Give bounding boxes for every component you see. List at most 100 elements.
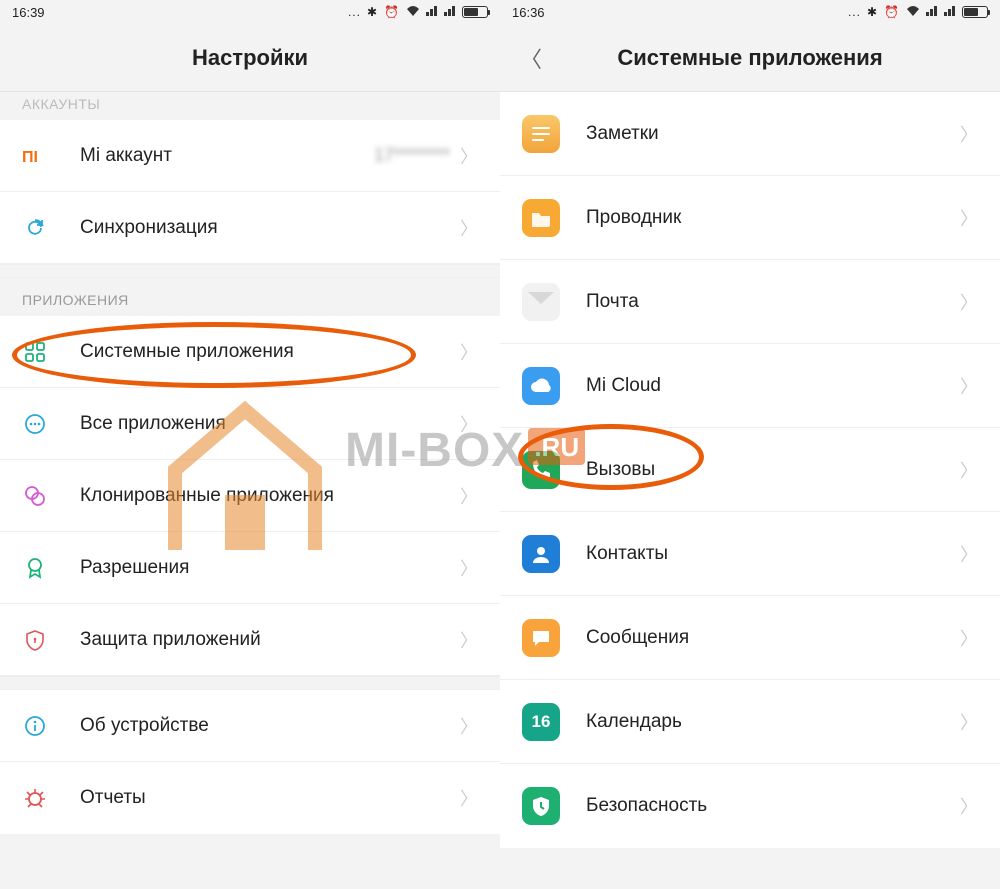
info-icon [22, 713, 48, 739]
mi-logo-icon: ПI [22, 143, 48, 169]
wifi-icon [906, 5, 920, 20]
back-button[interactable]: 〈 [520, 42, 542, 74]
chevron-right-icon: 〉 [960, 625, 978, 651]
alarm-icon: ⏰ [384, 5, 400, 19]
system-apps-list[interactable]: Заметки 〉 Проводник 〉 Почта 〉 [500, 92, 1000, 889]
row-explorer[interactable]: Проводник 〉 [500, 176, 1000, 260]
chevron-right-icon: 〉 [460, 785, 478, 811]
row-notes[interactable]: Заметки 〉 [500, 92, 1000, 176]
signal-icon-2 [444, 5, 456, 19]
page-title: Настройки [192, 45, 308, 71]
grid-icon [22, 339, 48, 365]
row-label: Защита приложений [80, 629, 460, 651]
dots-icon [22, 411, 48, 437]
clock: 16:39 [12, 5, 45, 20]
battery-icon [462, 6, 488, 18]
clock: 16:36 [512, 5, 545, 20]
status-bar: 16:36 ... ✱ ⏰ [500, 0, 1000, 24]
row-label: Все приложения [80, 413, 460, 435]
page-title: Системные приложения [617, 45, 882, 71]
chevron-right-icon: 〉 [460, 215, 478, 241]
row-contacts[interactable]: Контакты 〉 [500, 512, 1000, 596]
divider [0, 264, 500, 278]
row-label: Синхронизация [80, 217, 460, 239]
row-mail[interactable]: Почта 〉 [500, 260, 1000, 344]
row-label: Календарь [586, 711, 960, 733]
row-about[interactable]: Об устройстве 〉 [0, 690, 500, 762]
signal-icon-2 [944, 5, 956, 19]
row-micloud[interactable]: Mi Cloud 〉 [500, 344, 1000, 428]
wifi-icon [406, 5, 420, 20]
chevron-right-icon: 〉 [460, 713, 478, 739]
row-app-lock[interactable]: Защита приложений 〉 [0, 604, 500, 676]
divider [0, 676, 500, 690]
chevron-right-icon: 〉 [460, 627, 478, 653]
row-all-apps[interactable]: Все приложения 〉 [0, 388, 500, 460]
row-value: 17******** [374, 145, 450, 166]
chevron-right-icon: 〉 [960, 709, 978, 735]
battery-icon [962, 6, 988, 18]
row-label: Разрешения [80, 557, 460, 579]
bluetooth-icon: ✱ [367, 5, 378, 19]
chevron-right-icon: 〉 [460, 339, 478, 365]
row-system-apps[interactable]: Системные приложения 〉 [0, 316, 500, 388]
mail-icon [522, 283, 560, 321]
section-accounts: АККАУНТЫ [0, 92, 500, 120]
signal-icon-1 [426, 5, 438, 19]
row-security[interactable]: Безопасность 〉 [500, 764, 1000, 848]
bug-icon [22, 785, 48, 811]
status-icons: ... ✱ ⏰ [348, 5, 488, 20]
row-label: Клонированные приложения [80, 485, 460, 507]
chevron-right-icon: 〉 [960, 289, 978, 315]
more-icon: ... [348, 5, 361, 19]
header: 〈 Системные приложения [500, 24, 1000, 92]
row-label: Сообщения [586, 627, 960, 649]
status-icons: ... ✱ ⏰ [848, 5, 988, 20]
row-label: Вызовы [586, 459, 960, 481]
shield-icon [522, 787, 560, 825]
chevron-right-icon: 〉 [460, 483, 478, 509]
row-label: Mi Cloud [586, 375, 960, 397]
row-label: Проводник [586, 207, 960, 229]
row-messages[interactable]: Сообщения 〉 [500, 596, 1000, 680]
person-icon [522, 535, 560, 573]
row-cloned-apps[interactable]: Клонированные приложения 〉 [0, 460, 500, 532]
row-label: Об устройстве [80, 715, 460, 737]
alarm-icon: ⏰ [884, 5, 900, 19]
chevron-right-icon: 〉 [960, 121, 978, 147]
row-label: Почта [586, 291, 960, 313]
right-screenshot: 16:36 ... ✱ ⏰ 〈 Системные приложения [500, 0, 1000, 889]
chevron-right-icon: 〉 [460, 411, 478, 437]
clone-icon [22, 483, 48, 509]
status-bar: 16:39 ... ✱ ⏰ [0, 0, 500, 24]
chevron-right-icon: 〉 [960, 541, 978, 567]
row-calendar[interactable]: 16 Календарь 〉 [500, 680, 1000, 764]
calendar-icon: 16 [522, 703, 560, 741]
chevron-right-icon: 〉 [460, 555, 478, 581]
row-sync[interactable]: Синхронизация 〉 [0, 192, 500, 264]
row-label: Заметки [586, 123, 960, 145]
svg-text:ПI: ПI [22, 149, 38, 165]
row-mi-account[interactable]: ПI Mi аккаунт 17******** 〉 [0, 120, 500, 192]
notes-icon [522, 115, 560, 153]
signal-icon-1 [926, 5, 938, 19]
left-screenshot: 16:39 ... ✱ ⏰ Настройки АККАУНТЫ ПI Mi а… [0, 0, 500, 889]
message-icon [522, 619, 560, 657]
section-apps: ПРИЛОЖЕНИЯ [0, 278, 500, 316]
bluetooth-icon: ✱ [867, 5, 878, 19]
row-label: Безопасность [586, 795, 960, 817]
row-permissions[interactable]: Разрешения 〉 [0, 532, 500, 604]
chevron-right-icon: 〉 [960, 457, 978, 483]
settings-list[interactable]: АККАУНТЫ ПI Mi аккаунт 17******** 〉 Синх… [0, 92, 500, 889]
chevron-right-icon: 〉 [960, 793, 978, 819]
row-label: Контакты [586, 543, 960, 565]
row-label: Mi аккаунт [80, 145, 374, 167]
row-label: Системные приложения [80, 341, 460, 363]
chevron-right-icon: 〉 [960, 205, 978, 231]
row-label: Отчеты [80, 787, 460, 809]
row-calls[interactable]: Вызовы 〉 [500, 428, 1000, 512]
badge-icon [22, 555, 48, 581]
cloud-icon [522, 367, 560, 405]
more-icon: ... [848, 5, 861, 19]
row-reports[interactable]: Отчеты 〉 [0, 762, 500, 834]
